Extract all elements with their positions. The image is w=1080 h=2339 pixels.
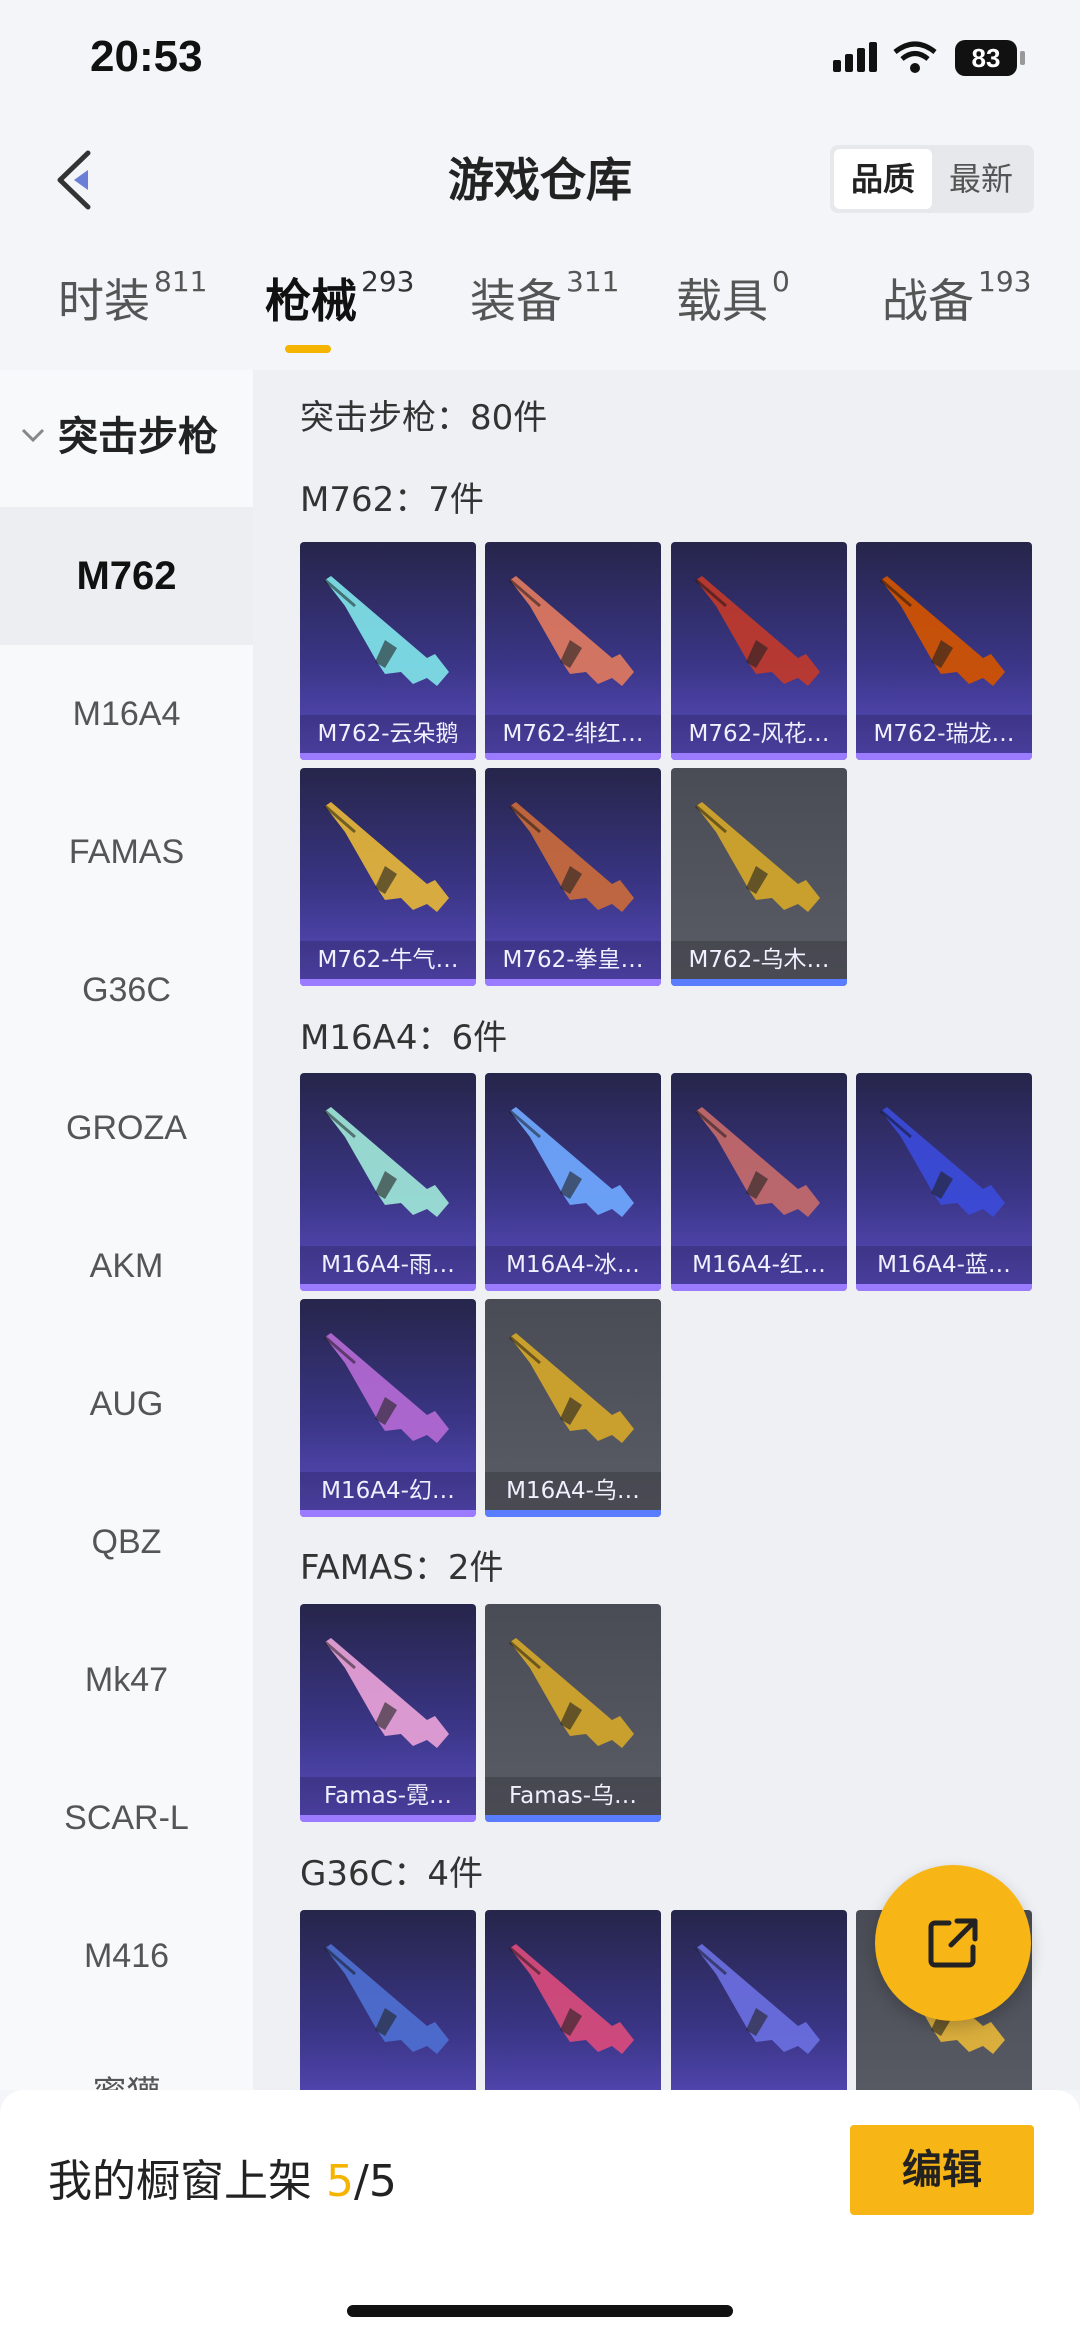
rifle-icon (324, 1333, 449, 1443)
weapon-card[interactable]: M16A4-蓝… (856, 1073, 1032, 1291)
weapon-sidebar: 突击步枪 M762 M16A4 FAMAS G36C GROZA AKM AUG… (0, 370, 253, 2090)
category-tabs: 时装 811 枪械 293 装备 311 载具 0 战备 193 (0, 265, 1080, 365)
showcase-current: 5 (326, 2156, 354, 2207)
rifle-icon (880, 576, 1005, 686)
weapon-card[interactable]: M762-瑞龙… (856, 542, 1032, 760)
sidebar-category-header[interactable]: 突击步枪 (0, 370, 253, 505)
group-title-famas: FAMAS：2件 (300, 1548, 504, 1588)
wifi-icon (893, 41, 937, 73)
tab-vehicles[interactable]: 载具 0 (676, 265, 790, 355)
rifle-icon (695, 802, 820, 912)
sidebar-item-akm[interactable]: AKM (0, 1197, 253, 1335)
weapon-card[interactable] (300, 1910, 476, 2090)
showcase-total: /5 (354, 2156, 397, 2207)
weapon-card[interactable]: Famas-乌… (485, 1604, 661, 1822)
weapon-card[interactable] (671, 1910, 847, 2090)
weapon-card[interactable]: M16A4-乌… (485, 1299, 661, 1517)
sidebar-item-m762[interactable]: M762 (0, 507, 253, 645)
rifle-icon (509, 1638, 634, 1748)
weapon-card[interactable]: M16A4-幻… (300, 1299, 476, 1517)
signal-icon (833, 42, 877, 72)
rifle-icon (695, 576, 820, 686)
sidebar-item-groza[interactable]: GROZA (0, 1059, 253, 1197)
rifle-icon (880, 1107, 1005, 1217)
sidebar-item-m16a4[interactable]: M16A4 (0, 645, 253, 783)
rifle-icon (324, 1944, 449, 2054)
showcase-bar: 我的橱窗上架 5/5 编辑 (0, 2090, 1080, 2339)
rifle-icon (509, 1333, 634, 1443)
sort-latest-button[interactable]: 最新 (932, 149, 1030, 209)
rifle-icon (324, 802, 449, 912)
rifle-icon (509, 1107, 634, 1217)
sort-quality-button[interactable]: 品质 (834, 149, 932, 209)
sidebar-item-qbz[interactable]: QBZ (0, 1473, 253, 1611)
weapon-card[interactable]: M762-云朵鹅 (300, 542, 476, 760)
share-button[interactable] (875, 1865, 1031, 2021)
tab-fashion[interactable]: 时装 811 (58, 265, 207, 355)
rifle-icon (695, 1107, 820, 1217)
sidebar-item-g36c[interactable]: G36C (0, 921, 253, 1059)
group-title-m16a4: M16A4：6件 (300, 1018, 508, 1058)
weapon-card[interactable]: M762-风花… (671, 542, 847, 760)
sidebar-item-famas[interactable]: FAMAS (0, 783, 253, 921)
total-count: 突击步枪：80件 (300, 398, 548, 438)
chevron-down-icon (21, 428, 45, 443)
home-indicator (347, 2305, 733, 2317)
status-bar: 20:53 83 (0, 0, 1080, 120)
weapon-card[interactable]: M762-绯红… (485, 542, 661, 760)
weapon-card[interactable]: Famas-霓… (300, 1604, 476, 1822)
tab-guns[interactable]: 枪械 293 (265, 265, 414, 355)
showcase-label: 我的橱窗上架 5/5 (48, 2156, 397, 2207)
weapon-card[interactable]: M16A4-雨… (300, 1073, 476, 1291)
sidebar-item-aug[interactable]: AUG (0, 1335, 253, 1473)
rifle-icon (509, 1944, 634, 2054)
tab-equipment[interactable]: 装备 311 (470, 265, 619, 355)
rifle-icon (695, 1944, 820, 2054)
battery-level: 83 (955, 40, 1017, 76)
rifle-icon (324, 1107, 449, 1217)
sidebar-item-mk47[interactable]: Mk47 (0, 1611, 253, 1749)
sidebar-item-honey-badger[interactable]: 蜜獾 (0, 2025, 253, 2090)
group-title-m762: M762：7件 (300, 480, 484, 520)
weapon-card[interactable]: M762-拳皇… (485, 768, 661, 986)
sidebar-item-scar-l[interactable]: SCAR-L (0, 1749, 253, 1887)
tab-supplies[interactable]: 战备 193 (882, 265, 1031, 355)
weapon-card[interactable]: M762-乌木… (671, 768, 847, 986)
rifle-icon (324, 576, 449, 686)
external-link-icon (928, 1918, 978, 1968)
rifle-icon (509, 576, 634, 686)
status-time: 20:53 (90, 32, 203, 81)
battery-icon: 83 (955, 40, 1025, 76)
weapon-card[interactable]: M762-牛气… (300, 768, 476, 986)
active-tab-indicator (285, 345, 331, 353)
group-title-g36c: G36C：4件 (300, 1854, 483, 1894)
edit-button[interactable]: 编辑 (850, 2125, 1034, 2215)
weapon-card[interactable]: M16A4-红… (671, 1073, 847, 1291)
weapon-card[interactable] (485, 1910, 661, 2090)
sort-toggle: 品质 最新 (830, 145, 1034, 213)
rifle-icon (509, 802, 634, 912)
weapon-grid: 突击步枪：80件 M762：7件 M762-云朵鹅 M762-绯红… M762-… (253, 370, 1080, 2090)
weapon-card[interactable]: M16A4-冰… (485, 1073, 661, 1291)
rifle-icon (324, 1638, 449, 1748)
sidebar-item-m416[interactable]: M416 (0, 1887, 253, 2025)
